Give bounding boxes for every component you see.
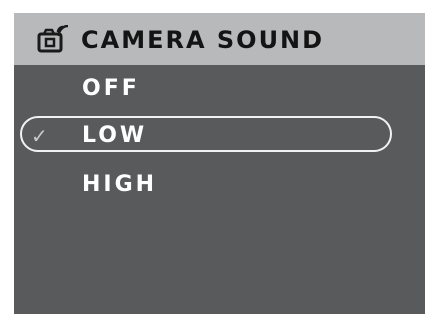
menu-item-label: OFF	[82, 76, 140, 101]
camera-menu-screen: CAMERA SOUND OFF ✓ LOW HIGH	[14, 13, 425, 314]
menu-item-off[interactable]: OFF	[14, 67, 425, 111]
menu-title: CAMERA SOUND	[81, 26, 325, 54]
check-mark-icon: ✓	[31, 124, 48, 148]
camera-sound-icon	[36, 24, 74, 53]
menu-item-high[interactable]: HIGH	[14, 163, 425, 207]
menu-item-label: LOW	[82, 123, 148, 148]
menu-header: CAMERA SOUND	[14, 13, 425, 65]
selection-highlight	[20, 116, 392, 152]
menu-item-low[interactable]: ✓ LOW	[14, 114, 425, 158]
menu-item-label: HIGH	[82, 172, 158, 197]
